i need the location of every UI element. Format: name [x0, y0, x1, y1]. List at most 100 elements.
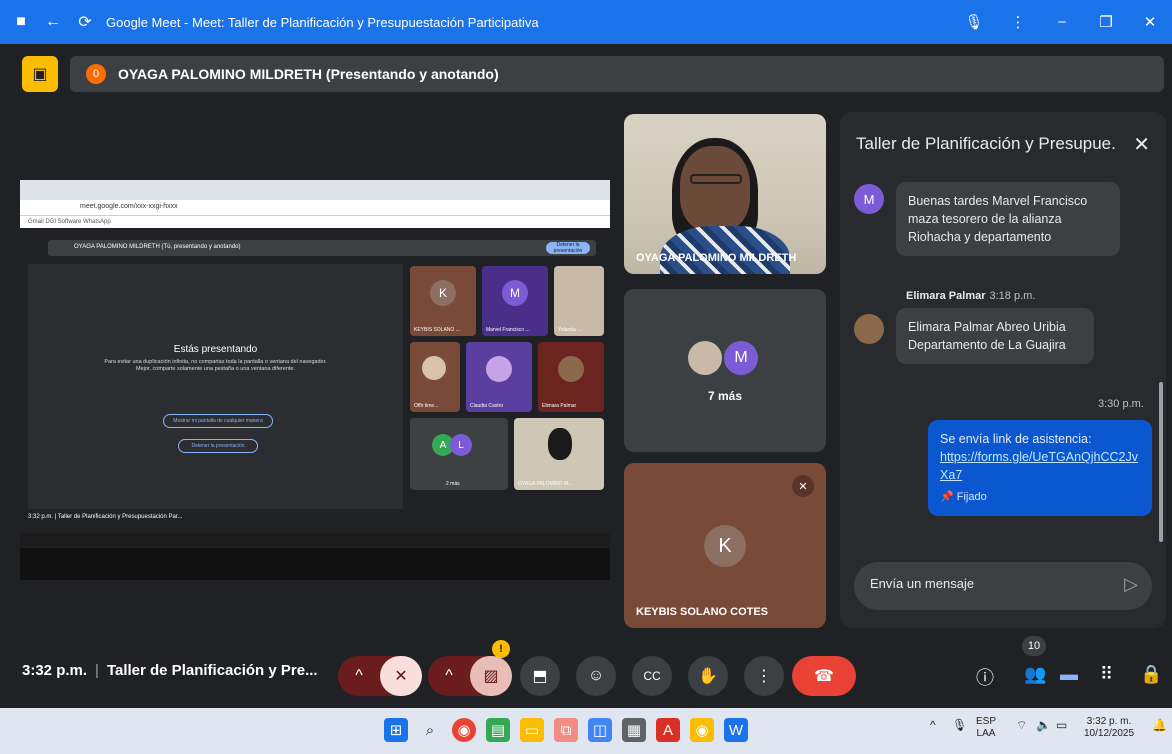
people-icon[interactable]: 👥	[1024, 664, 1046, 685]
presenting-icon[interactable]: ▣	[22, 56, 58, 92]
shared-tile-avatar: L	[450, 434, 472, 456]
taskbar-clock[interactable]: 3:32 p. m. 10/12/2025	[1084, 716, 1134, 740]
camera-warning-icon: !	[492, 640, 510, 658]
captions-icon[interactable]: CC	[632, 656, 672, 696]
participants-count-badge: 10	[1022, 636, 1046, 656]
shared-browser-tabs	[20, 180, 610, 200]
present-screen-icon[interactable]: ⬒	[520, 656, 560, 696]
shared-tile: M Marvel Francisco ...	[482, 266, 548, 336]
calculator-icon[interactable]: ▦	[622, 718, 646, 742]
maximize-icon[interactable]: ❐	[1084, 13, 1128, 31]
chat-composer: ▷	[854, 562, 1152, 610]
host-controls-icon[interactable]: 🔒	[1140, 664, 1162, 685]
shared-tile-label: Yolanda ...	[558, 327, 582, 333]
search-icon[interactable]: ⌕	[418, 718, 442, 742]
meet-window: ■ ← ⟳ Google Meet - Meet: Taller de Plan…	[0, 0, 1172, 754]
battery-icon[interactable]: ▭	[1056, 718, 1067, 732]
chat-sender-name: Elimara Palmar	[906, 290, 986, 302]
app-icon[interactable]: ◫	[588, 718, 612, 742]
own-message-text: Se envía link de asistencia:	[940, 432, 1092, 446]
chat-scrollbar[interactable]	[1159, 382, 1163, 542]
shared-address-bar: meet.google.com/xxx-xxgi-hxxx	[20, 200, 610, 216]
chat-close-icon[interactable]: ✕	[1133, 132, 1150, 157]
emoji-icon[interactable]: ☺	[576, 656, 616, 696]
meeting-title: Taller de Planificación y Pre...	[106, 662, 318, 679]
presenter-name: OYAGA PALOMINO MILDRETH	[636, 252, 797, 264]
word-icon[interactable]: W	[724, 718, 748, 742]
chat-sender: Elimara Palmar 3:18 p.m.	[906, 290, 1035, 302]
chat-icon[interactable]: ▬	[1060, 664, 1078, 685]
app-icon[interactable]: ⧉	[554, 718, 578, 742]
lang-top: ESP	[976, 716, 997, 727]
keybis-avatar: K	[704, 525, 746, 567]
language-indicator[interactable]: ESP LAA	[976, 716, 996, 740]
shared-screen[interactable]: meet.google.com/xxx-xxgi-hxxx Gmail DGI …	[20, 180, 610, 580]
more-options-icon[interactable]: ⋮	[744, 656, 784, 696]
shared-bookmarks: Gmail DGI Software WhatsApp	[20, 216, 610, 228]
hang-up-icon[interactable]: ☎	[792, 656, 856, 696]
chat-message-input[interactable]	[870, 576, 1100, 591]
wifi-icon[interactable]: ⌔	[1016, 718, 1027, 733]
notification-bell-icon[interactable]: 🔔	[1152, 718, 1167, 732]
pinned-text: Fijado	[956, 491, 987, 503]
presenter-tile[interactable]: OYAGA PALOMINO MILDRETH	[624, 114, 826, 274]
chat-message: Elimara Palmar Abreo Uribia Departamento…	[896, 308, 1094, 364]
camera-off-toggle-icon[interactable]: ▨	[470, 656, 512, 696]
mic-off-toggle-icon[interactable]: ✕	[380, 656, 422, 696]
shared-presenting-title: Estás presentando	[173, 344, 258, 355]
more-participants-tile[interactable]: M 7 más	[624, 289, 826, 452]
more-count-label: 7 más	[707, 389, 743, 403]
tray-chevron-icon[interactable]: ^	[930, 718, 936, 732]
minimize-icon[interactable]: −	[1040, 14, 1084, 31]
shared-tile: A L 2 más	[410, 418, 508, 490]
tray-mic-icon[interactable]: 🎙	[952, 718, 967, 732]
chrome-profile-icon[interactable]: ◉	[690, 718, 714, 742]
mic-icon[interactable]: 🎙	[952, 13, 996, 31]
activities-icon[interactable]: ⠿	[1100, 664, 1113, 685]
chrome-icon[interactable]: ◉	[452, 718, 476, 742]
shared-tile: Elimara Palmar	[538, 342, 604, 412]
shared-tile: Offir time...	[410, 342, 460, 412]
mic-off-icon: ✕	[792, 475, 814, 497]
chat-sender-time: 3:18 p.m.	[989, 290, 1036, 302]
taskbar-time: 3:32 p. m.	[1086, 716, 1132, 727]
attendance-link[interactable]: https://forms.gle/UeTGAnQjhCC2JvXa7	[940, 448, 1140, 484]
shared-tile-avatar	[558, 356, 584, 382]
raise-hand-icon[interactable]: ✋	[688, 656, 728, 696]
chat-panel: Taller de Planificación y Presupue... ✕ …	[840, 112, 1166, 628]
participant-avatar-m: M	[724, 341, 758, 375]
shared-url: meet.google.com/xxx-xxgi-hxxx	[80, 203, 178, 210]
chat-avatar: M	[854, 184, 884, 214]
presenter-face	[680, 146, 750, 232]
start-icon[interactable]: ⊞	[384, 718, 408, 742]
shared-tile-label: Offir time...	[414, 403, 439, 409]
meeting-time: 3:32 p.m.	[22, 662, 88, 679]
shared-show-anyway-button: Mostrar mi pantalla de cualquier manera	[163, 414, 273, 428]
own-message-time: 3:30 p.m.	[1098, 398, 1144, 410]
shared-tile-avatar: K	[430, 280, 456, 306]
mic-control: ^ ✕	[338, 656, 422, 696]
shared-banner: OYAGA PALOMINO MILDRETH (Tú, presentando…	[48, 240, 596, 256]
more-icon[interactable]: ⋮	[996, 13, 1040, 31]
camera-options-chevron-icon[interactable]: ^	[428, 667, 470, 685]
shared-stop-button: Detener la presentación	[546, 242, 590, 254]
shared-tile-label: Marvel Francisco ...	[486, 327, 530, 333]
excel-icon[interactable]: ▤	[486, 718, 510, 742]
chat-avatar-photo	[854, 314, 884, 344]
keybis-tile[interactable]: ✕ K KEYBIS SOLANO COTES	[624, 463, 826, 628]
shared-taskbar	[20, 533, 610, 547]
meeting-controls: 3:32 p.m. | Taller de Planificación y Pre.…	[0, 636, 1172, 708]
close-icon[interactable]: ✕	[1128, 13, 1172, 31]
shared-tile-label: 2 más	[446, 481, 460, 487]
shared-tile: OYAGA PALOMINO M...	[514, 418, 604, 490]
title-bar: ■ ← ⟳ Google Meet - Meet: Taller de Plan…	[0, 0, 1172, 44]
file-explorer-icon[interactable]: ▭	[520, 718, 544, 742]
meeting-info-icon[interactable]: ⓘ	[976, 664, 994, 690]
pdf-reader-icon[interactable]: A	[656, 718, 680, 742]
back-icon[interactable]: ←	[42, 11, 64, 33]
reload-icon[interactable]: ⟳	[74, 11, 96, 33]
volume-icon[interactable]: 🔈	[1036, 718, 1051, 732]
send-icon[interactable]: ▷	[1124, 574, 1138, 595]
shared-presenting-panel: Estás presentando Para evitar una duplic…	[28, 264, 403, 509]
mic-options-chevron-icon[interactable]: ^	[338, 667, 380, 685]
